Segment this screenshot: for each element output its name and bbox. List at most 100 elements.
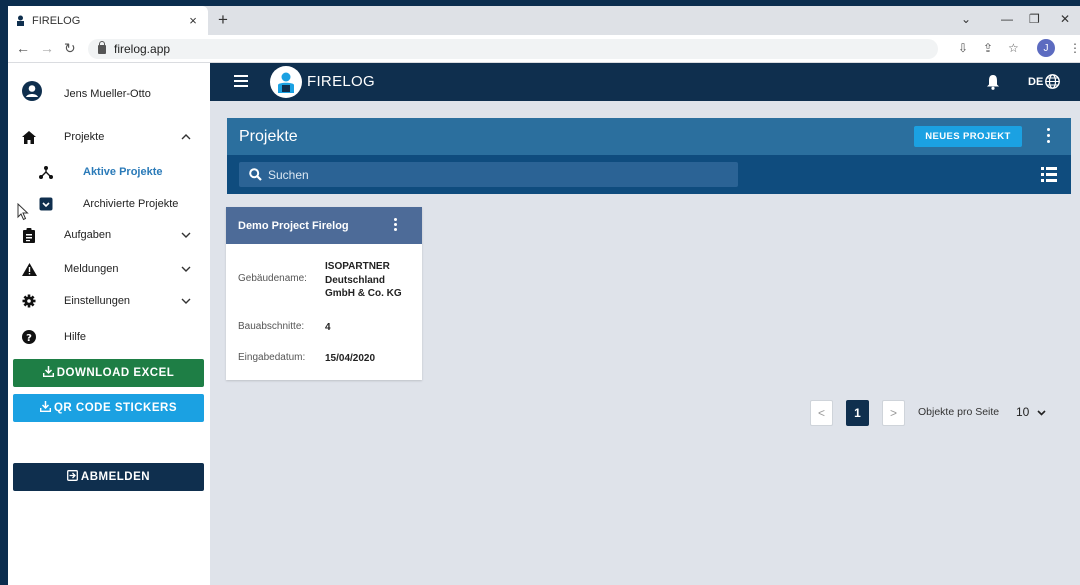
download-icon: [42, 366, 54, 380]
home-icon: [21, 129, 37, 145]
project-field-row: Bauabschnitte: 4: [238, 321, 331, 335]
archive-icon: [38, 196, 54, 212]
tab-bar: FIRELOG × + ⌄ — ❐ ✕: [8, 6, 1080, 35]
globe-icon: [1045, 74, 1061, 89]
sidebar-item-label: Aufgaben: [64, 229, 112, 241]
minimize-button[interactable]: —: [1001, 12, 1013, 26]
prev-page-button[interactable]: <: [810, 400, 833, 426]
items-per-page-select[interactable]: 10: [1016, 405, 1046, 419]
close-window-button[interactable]: ✕: [1060, 12, 1070, 26]
field-label: Gebäudename:: [238, 273, 307, 284]
qr-code-stickers-button[interactable]: QR CODE STICKERS: [13, 394, 204, 422]
download-excel-button[interactable]: DOWNLOAD EXCEL: [13, 359, 204, 387]
url-field[interactable]: firelog.app: [88, 39, 938, 59]
profile-avatar[interactable]: J: [1037, 39, 1055, 57]
forward-icon[interactable]: →: [40, 40, 54, 56]
current-page-button[interactable]: 1: [846, 400, 869, 426]
help-icon: ?: [21, 329, 37, 345]
more-options-icon[interactable]: [1047, 128, 1051, 144]
lock-icon: [98, 40, 106, 54]
new-project-button[interactable]: NEUES PROJEKT: [914, 126, 1022, 147]
sidebar-item-label: Aktive Projekte: [83, 166, 163, 178]
logout-button[interactable]: ABMELDEN: [13, 463, 204, 491]
field-value: 4: [325, 322, 331, 333]
warning-icon: [21, 261, 37, 277]
search-box[interactable]: [239, 162, 738, 187]
chevron-down-icon: [181, 296, 191, 307]
sidebar: Jens Mueller-Otto Projekte Aktive Projek…: [8, 63, 210, 585]
hierarchy-icon: [38, 164, 54, 180]
items-per-page-label: Objekte pro Seite: [918, 406, 1000, 418]
share-icon[interactable]: ⇪: [983, 41, 993, 55]
clipboard-icon: [21, 227, 37, 243]
projects-header: Projekte NEUES PROJEKT: [227, 118, 1071, 155]
svg-text:?: ?: [26, 333, 32, 344]
url-text: firelog.app: [114, 42, 171, 56]
browser-window: FIRELOG × + ⌄ — ❐ ✕ ← → ↻ firelog.app ⇩ …: [8, 6, 1080, 585]
gear-icon: [21, 293, 37, 309]
tab-close-icon[interactable]: ×: [184, 13, 202, 28]
app-header: FIRELOG DE: [210, 63, 1080, 101]
download-icon: [39, 401, 51, 415]
field-label: Bauabschnitte:: [238, 321, 305, 332]
brand-name: FIRELOG: [307, 73, 375, 90]
notifications-bell-icon[interactable]: [986, 74, 1000, 90]
items-per-page-value: 10: [1016, 405, 1030, 419]
language-code: DE: [1028, 75, 1044, 88]
app-area: Jens Mueller-Otto Projekte Aktive Projek…: [8, 63, 1080, 585]
sidebar-item-label: Projekte: [64, 131, 105, 143]
restore-button[interactable]: ❐: [1029, 12, 1040, 26]
field-value: 15/04/2020: [325, 353, 376, 364]
chevron-down-icon: [181, 264, 191, 275]
firelog-favicon-icon: [14, 15, 26, 27]
search-input[interactable]: [268, 167, 728, 182]
field-value: ISOPARTNER Deutschland GmbH & Co. KG: [325, 261, 402, 299]
sidebar-item-projekte[interactable]: Projekte: [8, 125, 210, 149]
sidebar-item-label: Meldungen: [64, 263, 119, 275]
sidebar-item-hilfe[interactable]: ? Hilfe: [8, 325, 210, 349]
search-bar: [227, 155, 1071, 194]
main-content: FIRELOG DE Projekte NEUES PROJEKT Suchen…: [210, 63, 1080, 585]
project-field-row: Eingabedatum: 15/04/2020: [238, 352, 375, 366]
project-field-row: Gebäudename: ISOPARTNER Deutschland GmbH…: [238, 260, 405, 301]
sidebar-item-label: Archivierte Projekte: [83, 198, 179, 210]
user-panel: Jens Mueller-Otto: [8, 63, 210, 121]
hamburger-menu-icon[interactable]: [234, 75, 248, 87]
search-icon: [249, 168, 262, 181]
bookmark-star-icon[interactable]: ☆: [1008, 41, 1019, 55]
sidebar-item-aufgaben[interactable]: Aufgaben: [8, 223, 210, 247]
tab-title: FIRELOG: [32, 14, 81, 27]
card-more-options-icon[interactable]: [394, 218, 397, 233]
back-icon[interactable]: ←: [16, 40, 30, 56]
qr-code-stickers-label: QR CODE STICKERS: [53, 402, 177, 414]
reload-icon[interactable]: ↻: [64, 40, 76, 57]
sidebar-item-meldungen[interactable]: Meldungen: [8, 257, 210, 281]
logout-label: ABMELDEN: [80, 471, 151, 483]
sidebar-item-aktive-projekte[interactable]: Aktive Projekte: [8, 160, 210, 184]
chevron-down-icon: [1037, 410, 1046, 416]
sidebar-item-label: Einstellungen: [64, 295, 131, 307]
chevron-up-icon: [181, 132, 191, 143]
user-account-icon: [22, 81, 42, 101]
list-view-icon[interactable]: [1041, 167, 1057, 182]
address-bar-row: ← → ↻ firelog.app ⇩ ⇪ ☆ J ⋮: [8, 35, 1080, 63]
new-tab-button[interactable]: +: [218, 10, 228, 30]
sidebar-item-einstellungen[interactable]: Einstellungen: [8, 289, 210, 313]
sidebar-item-label: Hilfe: [64, 331, 87, 343]
language-selector[interactable]: DE: [1028, 74, 1061, 89]
sidebar-item-archivierte-projekte[interactable]: Archivierte Projekte: [8, 192, 210, 216]
project-title: Demo Project Firelog: [238, 220, 349, 232]
logout-icon: [66, 470, 78, 484]
next-page-button[interactable]: >: [882, 400, 905, 426]
tab-search-icon[interactable]: ⌄: [961, 12, 971, 26]
install-app-icon[interactable]: ⇩: [958, 41, 968, 55]
browser-tab[interactable]: FIRELOG ×: [8, 6, 208, 35]
user-name: Jens Mueller-Otto: [64, 88, 151, 100]
download-excel-label: DOWNLOAD EXCEL: [56, 367, 175, 379]
chevron-down-icon: [181, 230, 191, 241]
project-card[interactable]: Demo Project Firelog Gebäudename: ISOPAR…: [226, 207, 422, 380]
project-card-header: Demo Project Firelog: [226, 207, 422, 244]
browser-menu-icon[interactable]: ⋮: [1069, 41, 1080, 55]
page-title: Projekte: [239, 128, 298, 145]
field-label: Eingabedatum:: [238, 352, 306, 363]
